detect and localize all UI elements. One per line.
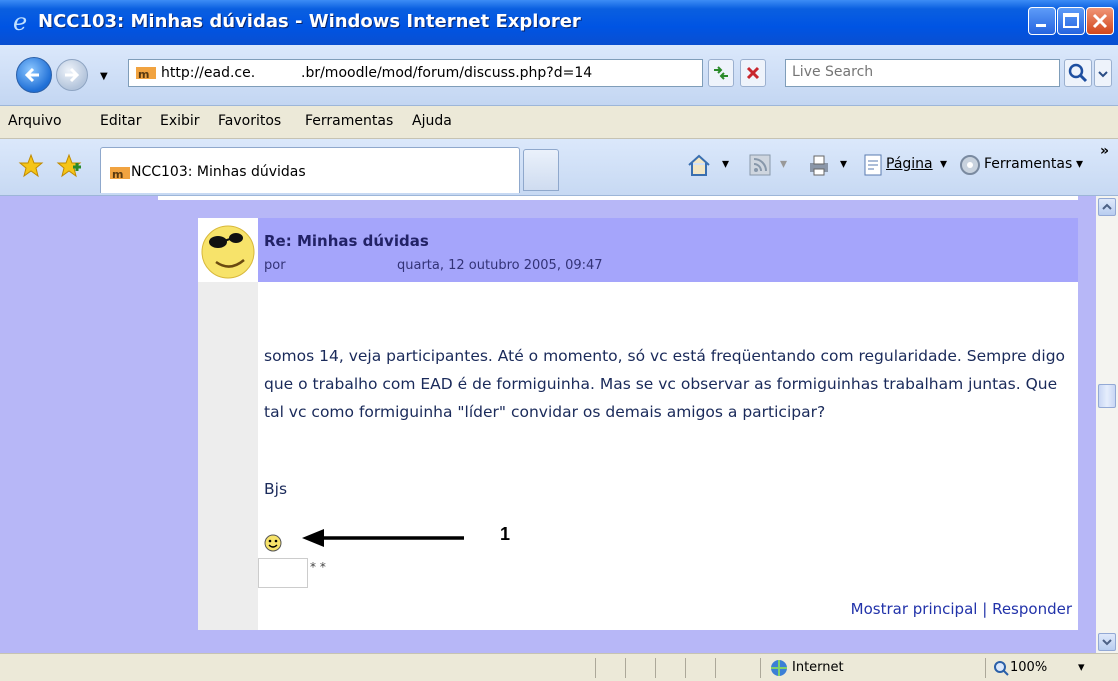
post-side-column [198, 282, 258, 630]
divider [158, 196, 1078, 200]
post-header: Re: Minhas dúvidas por quarta, 12 outubr… [258, 218, 1078, 282]
svg-text:e: e [13, 8, 27, 34]
back-arrow-icon [24, 67, 39, 83]
window-title: NCC103: Minhas dúvidas - Windows Interne… [38, 11, 581, 32]
vertical-scrollbar[interactable] [1096, 196, 1118, 653]
post-signature: Bjs [264, 480, 288, 498]
moodle-favicon-icon: m [110, 167, 130, 181]
post-byline: por quarta, 12 outubro 2005, 09:47 [264, 258, 603, 273]
tools-dropdown-icon[interactable]: ▾ [1076, 156, 1083, 172]
rating-stars: * * [310, 560, 326, 574]
search-button[interactable] [1064, 59, 1092, 87]
new-tab-button[interactable] [523, 149, 559, 191]
refresh-button[interactable] [708, 59, 734, 87]
zoom-dropdown-icon[interactable]: ▾ [1078, 660, 1085, 675]
stop-icon [746, 66, 760, 80]
home-dropdown-icon[interactable]: ▾ [722, 156, 729, 172]
scroll-thumb[interactable] [1098, 384, 1116, 408]
menu-favoritos[interactable]: Favoritos [218, 113, 281, 129]
ie-window: e NCC103: Minhas dúvidas - Windows Inter… [0, 0, 1118, 681]
menu-ferramentas[interactable]: Ferramentas [305, 113, 393, 129]
feeds-icon[interactable] [748, 153, 772, 177]
tab-toolbar: m NCC103: Minhas dúvidas ▾ ▾ ▾ Página ▾ … [0, 139, 1118, 196]
reply-link[interactable]: Responder [992, 600, 1072, 618]
menu-arquivo[interactable]: Arquivo [8, 113, 62, 129]
status-separator [685, 658, 686, 678]
post-commands: Mostrar principal | Responder [851, 600, 1072, 618]
post-date: quarta, 12 outubro 2005, 09:47 [397, 258, 603, 273]
tools-gear-icon [960, 155, 980, 175]
status-separator [625, 658, 626, 678]
moodle-favicon-icon: m [136, 67, 156, 81]
search-field[interactable] [785, 59, 1060, 87]
svg-text:m: m [138, 68, 149, 81]
feeds-dropdown-icon[interactable]: ▾ [780, 156, 787, 172]
search-icon [1068, 63, 1088, 83]
title-bar: e NCC103: Minhas dúvidas - Windows Inter… [0, 0, 1118, 45]
zoom-level[interactable]: 100% [1010, 660, 1047, 675]
scroll-down-button[interactable] [1098, 633, 1116, 651]
page-menu-button[interactable]: Página [886, 156, 933, 172]
print-icon[interactable] [806, 152, 832, 178]
page-content: Re: Minhas dúvidas por quarta, 12 outubr… [0, 196, 1096, 653]
security-zone-label: Internet [792, 660, 844, 675]
zoom-icon [994, 661, 1009, 676]
favorites-star-icon[interactable] [18, 153, 44, 179]
chevron-down-icon [1098, 71, 1108, 78]
page-icon [864, 154, 882, 176]
link-separator: | [982, 600, 988, 618]
address-bar: ▼ m http://ead.ce. .br/moodle/mod/forum/… [0, 45, 1118, 106]
annotation-arrow [302, 529, 464, 547]
forum-post: Re: Minhas dúvidas por quarta, 12 outubr… [198, 218, 1078, 630]
scroll-up-button[interactable] [1098, 198, 1116, 216]
home-icon[interactable] [685, 151, 713, 179]
avatar [198, 218, 258, 282]
forward-arrow-icon [65, 67, 80, 83]
page-dropdown-icon[interactable]: ▾ [940, 156, 947, 172]
close-button[interactable] [1086, 7, 1114, 35]
internet-zone-icon [771, 660, 787, 676]
smiley-icon [264, 534, 282, 552]
tab-ncc103[interactable]: m NCC103: Minhas dúvidas [100, 147, 520, 193]
status-separator [595, 658, 596, 678]
annotation-label: 1 [500, 524, 511, 544]
print-dropdown-icon[interactable]: ▾ [840, 156, 847, 172]
status-separator [760, 658, 761, 678]
stop-button[interactable] [740, 59, 766, 87]
byline-by: por [264, 258, 286, 273]
status-separator [655, 658, 656, 678]
menu-exibir[interactable]: Exibir [160, 113, 200, 129]
refresh-icon [714, 66, 728, 80]
tools-menu-button[interactable]: Ferramentas [984, 156, 1072, 172]
minimize-button[interactable] [1028, 7, 1056, 35]
status-bar: Internet 100% ▾ [0, 653, 1118, 681]
url-text-host: http://ead.ce. [161, 65, 256, 81]
address-field[interactable]: m http://ead.ce. .br/moodle/mod/forum/di… [128, 59, 827, 87]
show-parent-link[interactable]: Mostrar principal [851, 600, 978, 618]
ie-logo-icon: e [13, 8, 27, 34]
menu-ajuda[interactable]: Ajuda [412, 113, 452, 129]
search-options-button[interactable] [1094, 59, 1112, 87]
maximize-button[interactable] [1057, 7, 1085, 35]
forward-button[interactable] [56, 59, 88, 91]
tab-label: NCC103: Minhas dúvidas [131, 164, 306, 180]
svg-text:m: m [112, 168, 123, 181]
back-button[interactable] [16, 57, 52, 93]
search-input[interactable] [790, 63, 1054, 81]
toolbar-overflow-icon[interactable]: » [1100, 143, 1109, 159]
history-dropdown-icon[interactable]: ▼ [100, 71, 108, 82]
rating-box [258, 558, 308, 588]
add-favorites-icon[interactable] [56, 153, 82, 179]
url-text-path: .br/moodle/mod/forum/discuss.php?d=14 [301, 65, 593, 81]
post-subject: Re: Minhas dúvidas [264, 232, 429, 250]
post-body: somos 14, veja participantes. Até o mome… [264, 347, 1066, 421]
menu-editar[interactable]: Editar [100, 113, 141, 129]
menu-bar: Arquivo Editar Exibir Favoritos Ferramen… [0, 106, 1118, 139]
status-separator [985, 658, 986, 678]
status-separator [715, 658, 716, 678]
